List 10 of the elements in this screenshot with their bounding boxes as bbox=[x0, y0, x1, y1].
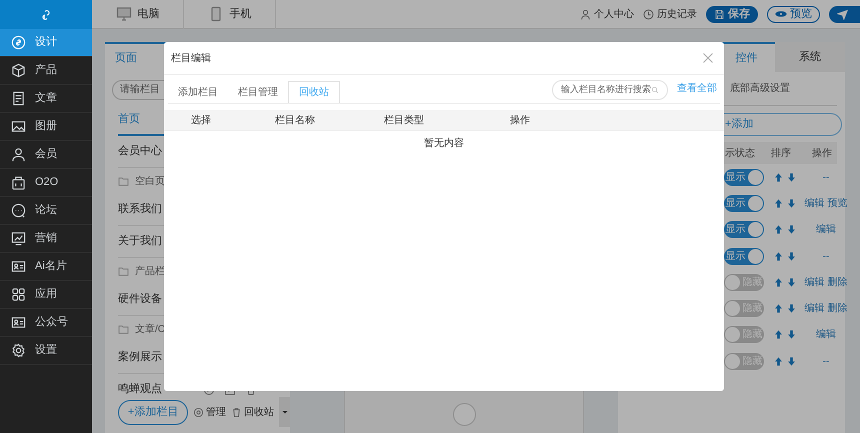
modal-title: 栏目编辑 bbox=[171, 52, 211, 66]
column-header: 栏目名称 bbox=[275, 114, 316, 128]
column-header: 示状态 bbox=[724, 146, 756, 160]
section-title: 底部高级设置 bbox=[730, 82, 790, 96]
column-header: 排序 bbox=[770, 146, 792, 160]
column-header: 操作 bbox=[510, 114, 531, 128]
column-header: 操作 bbox=[811, 146, 833, 160]
empty-message: 暂无内容 bbox=[424, 136, 464, 151]
column-header: 选择 bbox=[191, 114, 212, 128]
column-header: 栏目类型 bbox=[384, 114, 425, 128]
